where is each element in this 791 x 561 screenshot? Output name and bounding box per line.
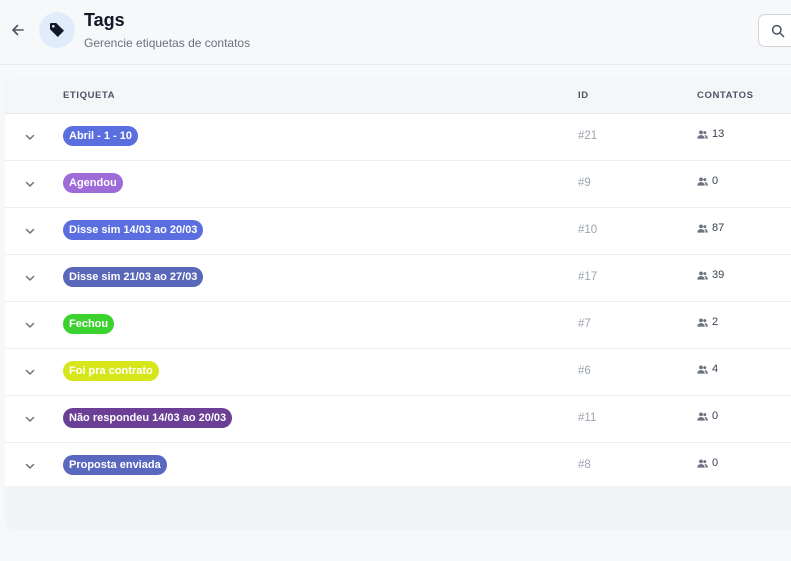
contacts-count: 39 bbox=[697, 269, 724, 281]
search-icon bbox=[771, 24, 785, 37]
tags-table: ETIQUETA ID CONTATOS Abril - 1 - 10 #21 … bbox=[5, 78, 791, 528]
contacts-count: 13 bbox=[697, 128, 724, 140]
contacts-count: 87 bbox=[697, 222, 724, 234]
tag-label-badge[interactable]: Foi pra contrato bbox=[63, 361, 159, 381]
page-title: Tags bbox=[84, 10, 125, 30]
table-row[interactable]: Disse sim 21/03 ao 27/03 #17 39 bbox=[5, 255, 791, 302]
users-icon bbox=[697, 224, 708, 233]
tag-id: #17 bbox=[578, 271, 598, 283]
tag-id: #6 bbox=[578, 365, 591, 377]
expand-row-button[interactable] bbox=[22, 176, 38, 192]
tag-label-badge[interactable]: Não respondeu 14/03 ao 20/03 bbox=[63, 408, 233, 428]
tag-id: #10 bbox=[578, 224, 598, 236]
back-button[interactable] bbox=[8, 20, 28, 40]
tag-label-badge[interactable]: Proposta enviada bbox=[63, 455, 167, 475]
tag-label-badge[interactable]: Abril - 1 - 10 bbox=[63, 126, 138, 146]
contacts-count-value: 0 bbox=[712, 175, 719, 187]
contacts-count-value: 39 bbox=[712, 269, 725, 281]
table-row[interactable]: Abril - 1 - 10 #21 13 bbox=[5, 114, 791, 161]
search-button[interactable] bbox=[758, 14, 791, 47]
tag-label-badge[interactable]: Fechou bbox=[63, 314, 115, 334]
contacts-count: 4 bbox=[697, 363, 718, 375]
page-subtitle: Gerencie etiquetas de contatos bbox=[84, 36, 251, 50]
tag-id: #7 bbox=[578, 318, 591, 330]
table-row[interactable]: Proposta enviada #8 0 bbox=[5, 443, 791, 490]
tag-id: #9 bbox=[578, 177, 591, 189]
expand-row-button[interactable] bbox=[22, 223, 38, 239]
tag-id: #11 bbox=[578, 412, 597, 424]
chevron-down-icon bbox=[25, 322, 35, 328]
contacts-count: 0 bbox=[697, 457, 718, 469]
table-row[interactable]: Não respondeu 14/03 ao 20/03 #11 0 bbox=[5, 396, 791, 443]
table-row[interactable]: Fechou #7 2 bbox=[5, 302, 791, 349]
expand-row-button[interactable] bbox=[22, 411, 38, 427]
tag-id: #21 bbox=[578, 130, 598, 142]
expand-row-button[interactable] bbox=[22, 458, 38, 474]
column-header-label[interactable]: ETIQUETA bbox=[63, 90, 115, 101]
users-icon bbox=[697, 177, 708, 186]
contacts-count-value: 2 bbox=[712, 316, 719, 328]
tag-badge bbox=[39, 12, 75, 48]
column-header-contacts[interactable]: CONTATOS bbox=[697, 90, 754, 101]
expand-row-button[interactable] bbox=[22, 364, 38, 380]
users-icon bbox=[697, 412, 708, 421]
contacts-count-value: 87 bbox=[712, 222, 725, 234]
chevron-down-icon bbox=[25, 134, 35, 140]
chevron-down-icon bbox=[25, 369, 35, 375]
table-header: ETIQUETA ID CONTATOS bbox=[5, 78, 791, 114]
table-row[interactable]: Foi pra contrato #6 4 bbox=[5, 349, 791, 396]
expand-row-button[interactable] bbox=[22, 129, 38, 145]
chevron-down-icon bbox=[25, 228, 35, 234]
table-footer bbox=[5, 486, 791, 528]
chevron-down-icon bbox=[25, 463, 35, 469]
table-row[interactable]: Agendou #9 0 bbox=[5, 161, 791, 208]
tag-label-badge[interactable]: Disse sim 14/03 ao 20/03 bbox=[63, 220, 204, 240]
tag-label-badge[interactable]: Disse sim 21/03 ao 27/03 bbox=[63, 267, 204, 287]
chevron-down-icon bbox=[25, 416, 35, 422]
expand-row-button[interactable] bbox=[22, 317, 38, 333]
users-icon bbox=[697, 365, 708, 374]
users-icon bbox=[697, 318, 708, 327]
users-icon bbox=[697, 459, 708, 468]
contacts-count: 2 bbox=[697, 316, 718, 328]
tag-label-badge[interactable]: Agendou bbox=[63, 173, 123, 193]
tag-id: #8 bbox=[578, 459, 591, 471]
contacts-count: 0 bbox=[697, 410, 718, 422]
users-icon bbox=[697, 130, 708, 139]
arrow-left-icon bbox=[12, 24, 24, 36]
column-header-id[interactable]: ID bbox=[578, 90, 589, 101]
contacts-count-value: 0 bbox=[712, 457, 719, 469]
users-icon bbox=[697, 271, 708, 280]
table-body: Abril - 1 - 10 #21 13 Agendou #9 0 Disse… bbox=[5, 114, 791, 490]
contacts-count: 0 bbox=[697, 175, 718, 187]
contacts-count-value: 13 bbox=[712, 128, 725, 140]
chevron-down-icon bbox=[25, 275, 35, 281]
page-header: Tags Gerencie etiquetas de contatos bbox=[0, 0, 791, 65]
tag-icon bbox=[50, 23, 64, 37]
expand-row-button[interactable] bbox=[22, 270, 38, 286]
chevron-down-icon bbox=[25, 181, 35, 187]
contacts-count-value: 0 bbox=[712, 410, 719, 422]
contacts-count-value: 4 bbox=[712, 363, 719, 375]
table-row[interactable]: Disse sim 14/03 ao 20/03 #10 87 bbox=[5, 208, 791, 255]
